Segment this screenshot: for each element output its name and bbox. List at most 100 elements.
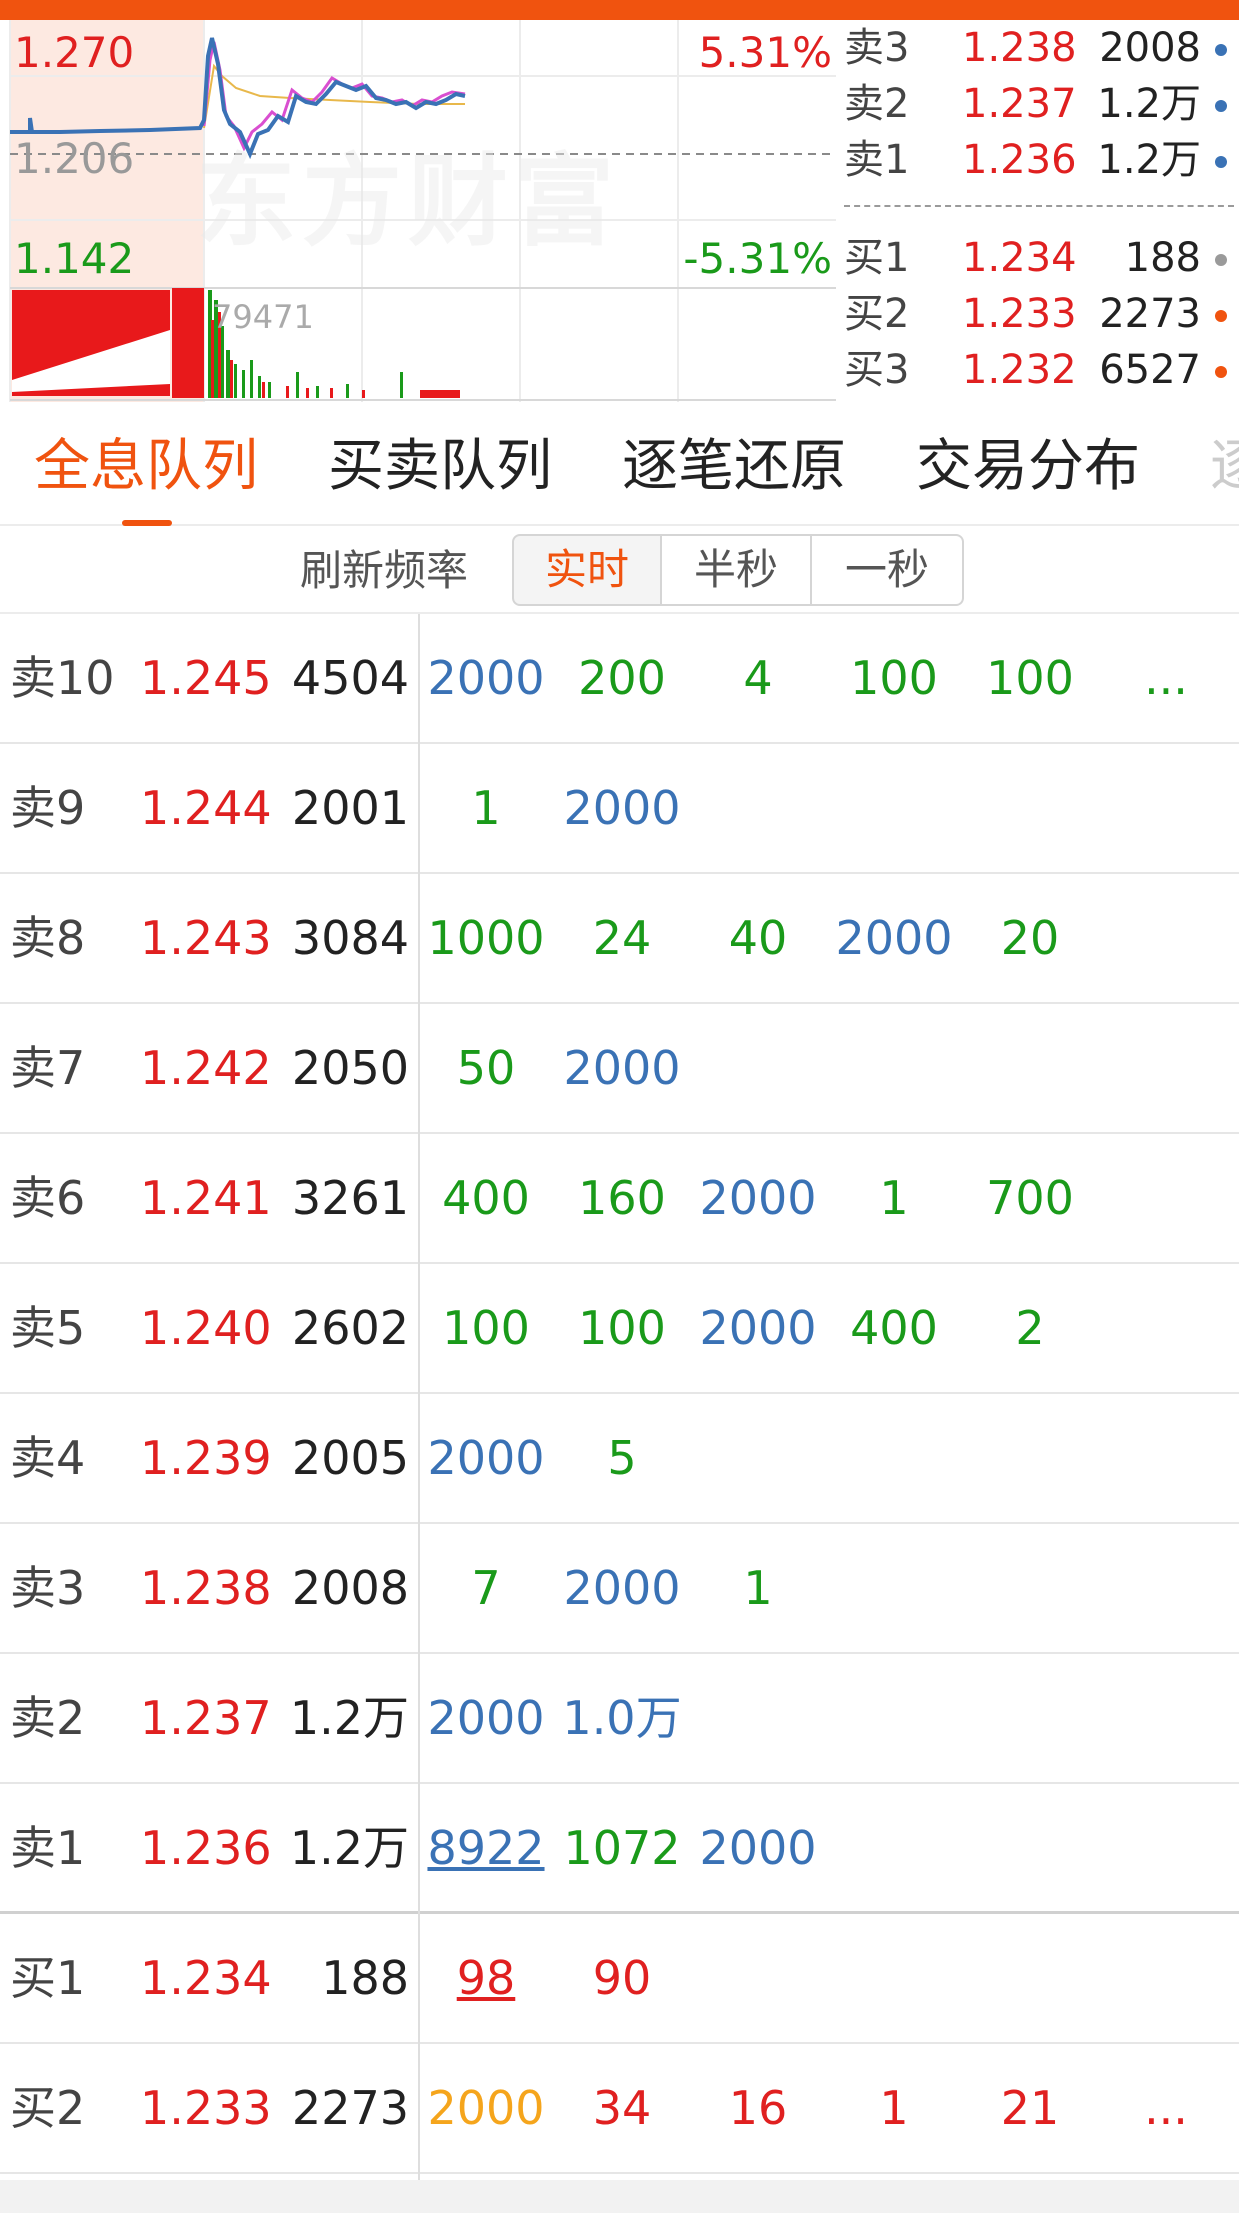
order-size[interactable]: 2	[962, 1264, 1098, 1392]
order-size[interactable]: 2000	[690, 1784, 826, 1912]
order-size[interactable]: 20	[962, 874, 1098, 1002]
queue-total: 3261	[291, 1171, 409, 1225]
more-orders-indicator[interactable]: ...	[1098, 614, 1234, 742]
order-size[interactable]: 100	[962, 614, 1098, 742]
queue-row-ask7[interactable]: 卖7 1.242 2050 50 2000	[0, 1004, 1239, 1134]
order-size[interactable]: 2000	[826, 874, 962, 1002]
queue-price: 1.240	[140, 1301, 272, 1355]
refresh-option-one-second[interactable]: 一秒	[812, 534, 964, 606]
mini-dot-icon	[1215, 44, 1227, 56]
tab-bar: 全息队列 买卖队列 逐笔还原 交易分布 逐	[0, 402, 1239, 526]
order-size[interactable]: 5	[554, 1394, 690, 1522]
order-size[interactable]: 2000	[690, 1264, 826, 1392]
order-queue-table[interactable]: 卖10 1.245 4504 2000 200 4 100 100 ... 卖9…	[0, 614, 1239, 2180]
order-size[interactable]: 100	[554, 1264, 690, 1392]
queue-row-ask6[interactable]: 卖6 1.241 3261 400 160 2000 1 700	[0, 1134, 1239, 1264]
mini-price: 1.236	[962, 137, 1077, 183]
queue-side-label: 卖3	[10, 1561, 86, 1615]
queue-row-ask4[interactable]: 卖4 1.239 2005 2000 5	[0, 1394, 1239, 1524]
volume-premarket-bar-end	[172, 288, 204, 398]
order-size[interactable]: 1	[826, 2044, 962, 2172]
order-size[interactable]: 21	[962, 2044, 1098, 2172]
order-size[interactable]: 16	[690, 2044, 826, 2172]
mini-volume: 6527	[1099, 347, 1201, 393]
queue-row-ask8[interactable]: 卖8 1.243 3084 1000 24 40 2000 20	[0, 874, 1239, 1004]
bottom-strip	[0, 2180, 1239, 2213]
queue-price: 1.241	[140, 1171, 272, 1225]
order-size[interactable]: 90	[554, 1914, 690, 2042]
order-size[interactable]: 400	[418, 1134, 554, 1262]
mini-volume: 188	[1124, 235, 1201, 281]
tab-overflow[interactable]: 逐	[1210, 424, 1239, 510]
order-size[interactable]: 160	[554, 1134, 690, 1262]
refresh-rate-label: 刷新频率	[300, 546, 469, 595]
mini-side-label: 买3	[844, 347, 910, 393]
chart-volume-label: 79471	[212, 298, 314, 336]
queue-total: 2050	[291, 1041, 409, 1095]
order-size-link[interactable]: 98	[418, 1914, 554, 2042]
queue-row-ask10[interactable]: 卖10 1.245 4504 2000 200 4 100 100 ...	[0, 614, 1239, 744]
order-size[interactable]: 2000	[554, 744, 690, 872]
order-size[interactable]: 2000	[418, 1394, 554, 1522]
order-size[interactable]: 40	[690, 874, 826, 1002]
order-size[interactable]: 2000	[418, 614, 554, 742]
queue-row-ask3[interactable]: 卖3 1.238 2008 7 2000 1	[0, 1524, 1239, 1654]
mini-ask-row: 卖2 1.237 1.2万	[836, 76, 1239, 132]
queue-row-ask2[interactable]: 卖2 1.237 1.2万 2000 1.0万	[0, 1654, 1239, 1784]
order-size-link[interactable]: 8922	[418, 1784, 554, 1912]
order-size[interactable]: 34	[554, 2044, 690, 2172]
chart-base-price: 1.206	[14, 134, 135, 183]
order-size[interactable]: 200	[554, 614, 690, 742]
order-size[interactable]: 1	[418, 744, 554, 872]
queue-total: 2602	[291, 1301, 409, 1355]
order-size[interactable]: 100	[418, 1264, 554, 1392]
order-size[interactable]: 2000	[554, 1004, 690, 1132]
queue-total: 3084	[291, 911, 409, 965]
queue-side-label: 卖2	[10, 1691, 86, 1745]
order-size[interactable]: 1.0万	[554, 1654, 690, 1782]
mini-price: 1.234	[962, 235, 1077, 281]
tab-tick-replay[interactable]: 逐笔还原	[622, 424, 846, 510]
queue-row-bid2[interactable]: 买2 1.233 2273 2000 34 16 1 21 ...	[0, 2044, 1239, 2174]
order-size[interactable]: 4	[690, 614, 826, 742]
order-size[interactable]: 1072	[554, 1784, 690, 1912]
queue-price: 1.237	[140, 1691, 272, 1745]
queue-price: 1.238	[140, 1561, 272, 1615]
queue-row-ask1[interactable]: 卖1 1.236 1.2万 8922 1072 2000	[0, 1784, 1239, 1914]
queue-total: 2008	[291, 1561, 409, 1615]
queue-side-label: 买2	[10, 2081, 86, 2135]
tab-bid-ask-queue[interactable]: 买卖队列	[328, 424, 552, 510]
refresh-option-half-second[interactable]: 半秒	[662, 534, 812, 606]
order-size[interactable]: 400	[826, 1264, 962, 1392]
order-size[interactable]: 2000	[418, 2044, 554, 2172]
order-size[interactable]: 1	[826, 1134, 962, 1262]
queue-price: 1.234	[140, 1951, 272, 2005]
order-size[interactable]: 1000	[418, 874, 554, 1002]
queue-total: 1.2万	[289, 1691, 409, 1745]
queue-column-divider	[418, 614, 420, 2180]
mini-order-book[interactable]: 卖3 1.238 2008 卖2 1.237 1.2万 卖1 1.236 1.2…	[836, 20, 1239, 402]
mini-dot-icon	[1215, 156, 1227, 168]
intraday-chart[interactable]: 东方财富 1.270 1.206 1.142 5.31% -5.31% 7947…	[0, 20, 836, 402]
order-size[interactable]: 2000	[554, 1524, 690, 1652]
mini-book-divider	[844, 205, 1234, 207]
tab-full-queue[interactable]: 全息队列	[34, 424, 258, 510]
mini-volume: 1.2万	[1097, 81, 1201, 127]
order-size[interactable]: 50	[418, 1004, 554, 1132]
order-size[interactable]: 2000	[690, 1134, 826, 1262]
queue-row-ask9[interactable]: 卖9 1.244 2001 1 2000	[0, 744, 1239, 874]
order-size[interactable]: 100	[826, 614, 962, 742]
order-size[interactable]: 2000	[418, 1654, 554, 1782]
queue-side-label: 卖5	[10, 1301, 86, 1355]
queue-price: 1.242	[140, 1041, 272, 1095]
order-size[interactable]: 7	[418, 1524, 554, 1652]
queue-price: 1.233	[140, 2081, 272, 2135]
more-orders-indicator[interactable]: ...	[1098, 2044, 1234, 2172]
queue-row-bid1[interactable]: 买1 1.234 188 98 90	[0, 1914, 1239, 2044]
order-size[interactable]: 1	[690, 1524, 826, 1652]
tab-trade-distribution[interactable]: 交易分布	[916, 424, 1140, 510]
order-size[interactable]: 24	[554, 874, 690, 1002]
refresh-option-realtime[interactable]: 实时	[512, 534, 662, 606]
queue-row-ask5[interactable]: 卖5 1.240 2602 100 100 2000 400 2	[0, 1264, 1239, 1394]
order-size[interactable]: 700	[962, 1134, 1098, 1262]
